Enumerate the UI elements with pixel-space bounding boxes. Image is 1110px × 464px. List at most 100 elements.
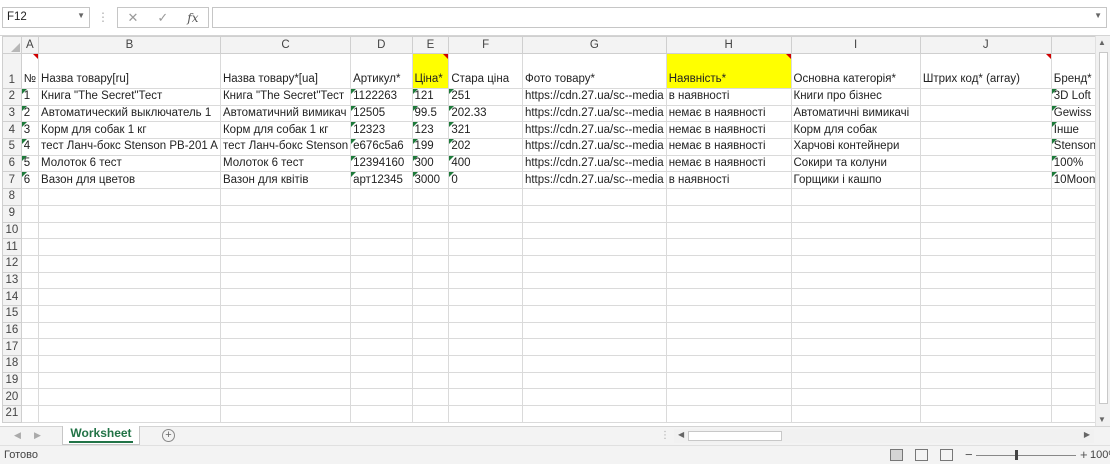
empty-cell[interactable] xyxy=(448,254,523,273)
empty-cell[interactable] xyxy=(219,338,352,356)
data-cell[interactable]: 5 xyxy=(20,154,40,173)
empty-cell[interactable] xyxy=(411,238,450,256)
data-cell[interactable]: 12505 xyxy=(350,104,413,123)
data-cell[interactable]: тест Ланч-бокс Stenson PB-201 A xyxy=(38,138,221,156)
empty-cell[interactable] xyxy=(219,204,352,223)
empty-cell[interactable] xyxy=(219,304,352,323)
data-cell[interactable]: немає в наявності xyxy=(665,104,792,123)
empty-cell[interactable] xyxy=(219,238,352,256)
empty-cell[interactable] xyxy=(790,304,921,323)
empty-cell[interactable] xyxy=(219,221,352,240)
formula-input[interactable]: ▼ xyxy=(212,7,1107,28)
empty-cell[interactable] xyxy=(448,405,523,423)
data-cell[interactable]: 321 xyxy=(448,121,523,140)
data-cell[interactable]: https://cdn.27.ua/sc--media xyxy=(521,121,667,140)
empty-cell[interactable] xyxy=(521,288,667,306)
empty-cell[interactable] xyxy=(521,271,667,290)
empty-cell[interactable] xyxy=(521,355,667,373)
empty-cell[interactable] xyxy=(350,338,413,356)
row-number[interactable]: 20 xyxy=(2,388,22,407)
empty-cell[interactable] xyxy=(20,204,40,223)
empty-cell[interactable] xyxy=(448,338,523,356)
empty-cell[interactable] xyxy=(665,254,792,273)
data-cell[interactable]: 3 xyxy=(20,121,40,140)
empty-cell[interactable] xyxy=(219,188,352,206)
empty-cell[interactable] xyxy=(790,221,921,240)
empty-cell[interactable] xyxy=(350,238,413,256)
header-cell[interactable]: Стара ціна xyxy=(448,53,523,89)
add-sheet-icon[interactable]: + xyxy=(162,429,175,442)
data-cell[interactable]: немає в наявності xyxy=(665,154,792,173)
empty-cell[interactable] xyxy=(665,204,792,223)
data-cell[interactable]: 1122263 xyxy=(350,88,413,106)
empty-cell[interactable] xyxy=(350,304,413,323)
empty-cell[interactable] xyxy=(790,238,921,256)
data-cell[interactable]: 400 xyxy=(448,154,523,173)
empty-cell[interactable] xyxy=(38,388,221,407)
empty-cell[interactable] xyxy=(448,188,523,206)
empty-cell[interactable] xyxy=(521,238,667,256)
scroll-up-icon[interactable]: ▲ xyxy=(1098,38,1106,47)
header-cell[interactable]: Назва товару[ru] xyxy=(38,53,221,89)
empty-cell[interactable] xyxy=(521,221,667,240)
select-all-button[interactable] xyxy=(2,36,22,54)
empty-cell[interactable] xyxy=(411,288,450,306)
data-cell[interactable]: Вазон для цветов xyxy=(38,171,221,190)
empty-cell[interactable] xyxy=(411,371,450,390)
row-number[interactable]: 17 xyxy=(2,338,22,356)
page-layout-view-icon[interactable] xyxy=(915,449,928,461)
row-number[interactable]: 5 xyxy=(2,138,22,156)
data-cell[interactable]: Автоматический выключатель 1 xyxy=(38,104,221,123)
data-cell[interactable] xyxy=(919,138,1052,156)
empty-cell[interactable] xyxy=(919,188,1052,206)
column-header[interactable]: E xyxy=(411,36,450,54)
empty-cell[interactable] xyxy=(38,271,221,290)
empty-cell[interactable] xyxy=(919,388,1052,407)
row-number[interactable]: 2 xyxy=(2,88,22,106)
empty-cell[interactable] xyxy=(790,405,921,423)
empty-cell[interactable] xyxy=(20,371,40,390)
empty-cell[interactable] xyxy=(448,221,523,240)
normal-view-icon[interactable] xyxy=(890,449,903,461)
empty-cell[interactable] xyxy=(521,254,667,273)
empty-cell[interactable] xyxy=(350,321,413,340)
empty-cell[interactable] xyxy=(350,271,413,290)
empty-cell[interactable] xyxy=(448,388,523,407)
scroll-left-icon[interactable]: ◀ xyxy=(678,430,684,439)
worksheet-grid[interactable]: ABCDEFGHIJ 1 № Назва товару[ru] Назва товар… xyxy=(0,36,1110,426)
data-cell[interactable] xyxy=(919,154,1052,173)
zoom-out-icon[interactable]: − xyxy=(965,447,973,462)
empty-cell[interactable] xyxy=(919,288,1052,306)
empty-cell[interactable] xyxy=(411,221,450,240)
header-cell[interactable]: Артикул* xyxy=(350,53,413,89)
empty-cell[interactable] xyxy=(919,321,1052,340)
data-cell[interactable]: Вазон для квітів xyxy=(219,171,352,190)
empty-cell[interactable] xyxy=(790,271,921,290)
data-cell[interactable]: 2 xyxy=(20,104,40,123)
empty-cell[interactable] xyxy=(919,221,1052,240)
data-cell[interactable]: арт12345 xyxy=(350,171,413,190)
empty-cell[interactable] xyxy=(38,188,221,206)
data-cell[interactable] xyxy=(919,104,1052,123)
empty-cell[interactable] xyxy=(350,355,413,373)
empty-cell[interactable] xyxy=(448,288,523,306)
data-cell[interactable]: Автоматичний вимикач xyxy=(219,104,352,123)
empty-cell[interactable] xyxy=(448,271,523,290)
empty-cell[interactable] xyxy=(20,388,40,407)
empty-cell[interactable] xyxy=(411,271,450,290)
empty-cell[interactable] xyxy=(665,238,792,256)
grip-icon[interactable]: ⋮ xyxy=(97,10,109,24)
empty-cell[interactable] xyxy=(521,388,667,407)
empty-cell[interactable] xyxy=(350,371,413,390)
empty-cell[interactable] xyxy=(790,188,921,206)
expand-formula-icon[interactable]: ▼ xyxy=(1094,11,1102,20)
data-cell[interactable]: 6 xyxy=(20,171,40,190)
empty-cell[interactable] xyxy=(38,304,221,323)
data-cell[interactable]: в наявності xyxy=(665,171,792,190)
empty-cell[interactable] xyxy=(665,321,792,340)
empty-cell[interactable] xyxy=(20,254,40,273)
empty-cell[interactable] xyxy=(219,371,352,390)
empty-cell[interactable] xyxy=(411,304,450,323)
tab-prev-icon[interactable]: ◀ xyxy=(14,430,21,441)
empty-cell[interactable] xyxy=(790,388,921,407)
